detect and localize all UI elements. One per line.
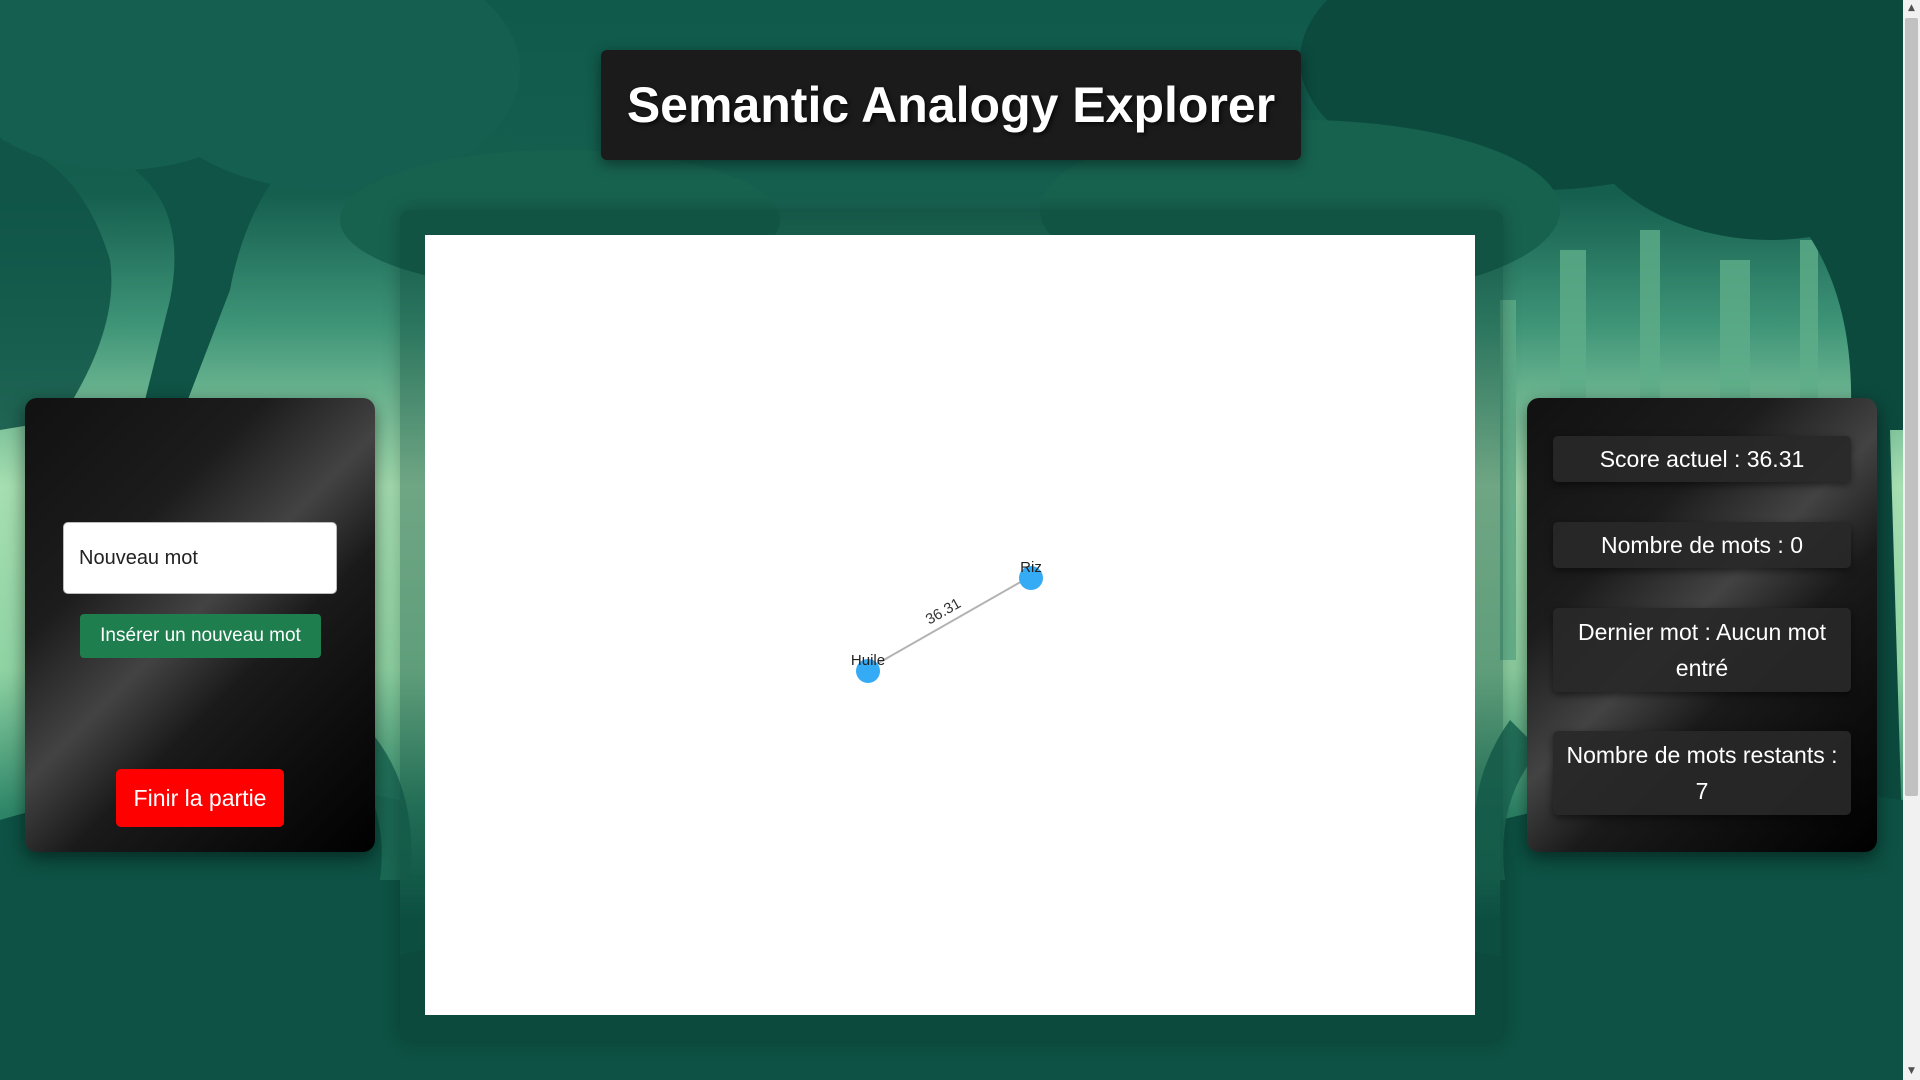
- new-word-input[interactable]: [63, 522, 337, 594]
- control-panel: Insérer un nouveau mot Finir la partie: [25, 398, 375, 852]
- page-scrollbar[interactable]: ▲ ▼: [1903, 0, 1920, 1080]
- title-box: Semantic Analogy Explorer: [601, 50, 1301, 160]
- last-word-stat: Dernier mot : Aucun mot entré: [1553, 608, 1851, 692]
- graph-edge-label: 36.31: [923, 595, 964, 628]
- remaining-words-stat: Nombre de mots restants : 7: [1553, 731, 1851, 815]
- stats-panel: Score actuel : 36.31 Nombre de mots : 0 …: [1527, 398, 1877, 852]
- page-title: Semantic Analogy Explorer: [626, 77, 1276, 133]
- graph-node-label: Riz: [1020, 559, 1042, 576]
- scroll-up-icon[interactable]: ▲: [1903, 0, 1920, 17]
- graph-edge: [867, 575, 1032, 670]
- graph-node-label: Huile: [851, 652, 885, 669]
- scroll-thumb[interactable]: [1905, 18, 1918, 796]
- graph-canvas[interactable]: 36.31 Huile Riz: [425, 235, 1475, 1015]
- scroll-down-icon[interactable]: ▼: [1903, 1063, 1920, 1080]
- end-game-button[interactable]: Finir la partie: [116, 769, 284, 827]
- word-count-stat: Nombre de mots : 0: [1553, 522, 1851, 568]
- score-stat: Score actuel : 36.31: [1553, 436, 1851, 482]
- graph-svg[interactable]: 36.31 Huile Riz: [425, 235, 1475, 1015]
- insert-word-button[interactable]: Insérer un nouveau mot: [80, 614, 321, 658]
